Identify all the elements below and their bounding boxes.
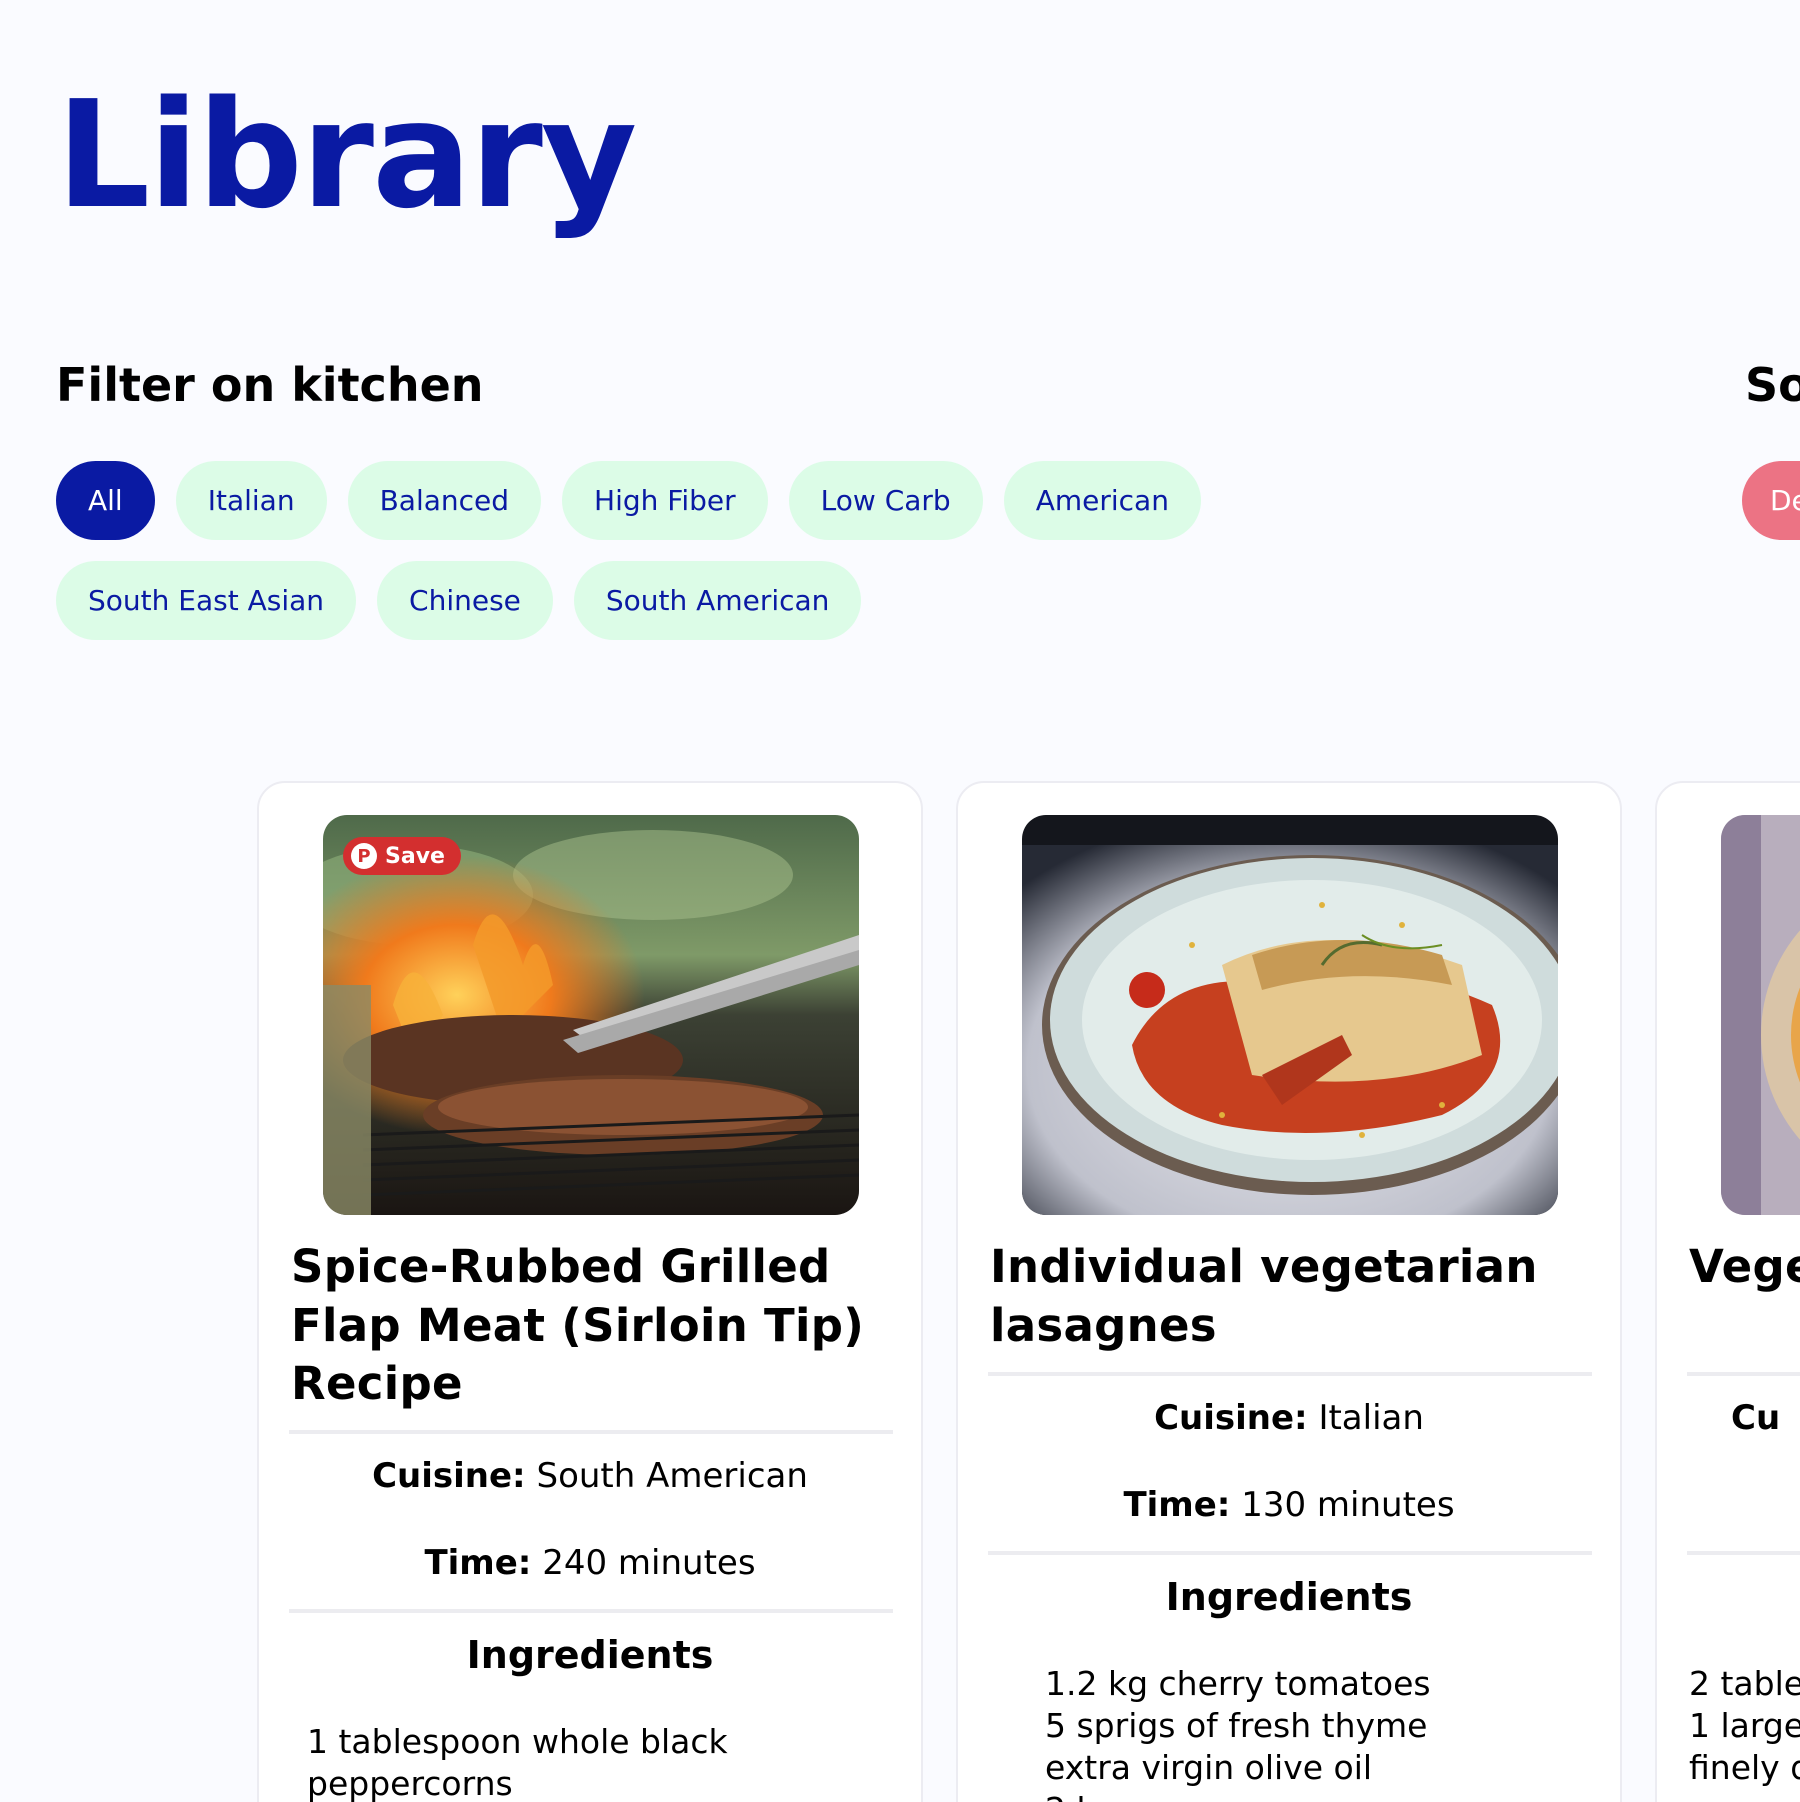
divider: [988, 1372, 1592, 1376]
ingredient-item: 2 tables: [1689, 1664, 1800, 1703]
filter-chip-high-fiber[interactable]: High Fiber: [562, 461, 768, 540]
filter-chip-american[interactable]: American: [1003, 461, 1201, 540]
time-line: Time: 130 minutes: [958, 1485, 1620, 1525]
pie-photo: [1721, 815, 1800, 1215]
time-line: Time: 240 minutes: [259, 1543, 921, 1583]
filter-chip-balanced[interactable]: Balanced: [347, 461, 542, 540]
time-label: Time:: [1123, 1485, 1231, 1525]
filter-chip-all[interactable]: All: [56, 461, 155, 540]
divider: [1687, 1372, 1800, 1376]
cuisine-label: Cuisine:: [1154, 1398, 1308, 1438]
divider: [1687, 1551, 1800, 1555]
filter-heading: Filter on kitchen: [56, 358, 484, 412]
time-value: 130 minutes: [1241, 1485, 1455, 1525]
recipe-title: Individual vegetarian lasagnes: [990, 1240, 1538, 1352]
ingredient-item: 1.2 kg cherry tomatoes: [1045, 1664, 1431, 1703]
kitchen-filter-chips: All Italian Balanced High Fiber Low Carb…: [56, 461, 1436, 640]
filter-chip-low-carb[interactable]: Low Carb: [788, 461, 983, 540]
library-page: Library Filter on kitchen All Italian Ba…: [0, 0, 1800, 1802]
filter-chip-italian[interactable]: Italian: [175, 461, 327, 540]
cuisine-line: Cuisine: South American: [259, 1456, 921, 1496]
cuisine-line: Cuisine: Italian: [958, 1398, 1620, 1438]
recipe-title: Vege Pie: [1689, 1240, 1800, 1293]
cuisine-value: South American: [536, 1456, 808, 1496]
ingredients-heading: Ingredients: [1165, 1575, 1413, 1619]
filter-chip-chinese[interactable]: Chinese: [377, 561, 553, 640]
pinterest-icon: P: [351, 843, 377, 869]
time-value: 240 minutes: [542, 1543, 756, 1583]
divider: [988, 1551, 1592, 1555]
ingredients-list: 1 tablespoon whole black peppercorns toa…: [307, 1721, 921, 1802]
grilled-steak-photo: P Save: [323, 815, 859, 1215]
ingredient-item: 2 b: [1045, 1789, 1431, 1802]
divider: [289, 1609, 893, 1613]
ingredient-item: 5 sprigs of fresh thyme: [1045, 1706, 1428, 1745]
filter-chip-south-american[interactable]: South American: [573, 561, 862, 640]
cuisine-value: Italian: [1318, 1398, 1424, 1438]
ingredient-item: 1 large: [1689, 1706, 1800, 1745]
ingredients-heading: Ingredients: [466, 1633, 714, 1677]
lasagne-plate-photo: [1022, 815, 1558, 1215]
save-label: Save: [385, 843, 445, 869]
recipe-title: Spice-Rubbed Grilled Flap Meat (Sirloin …: [291, 1240, 865, 1410]
ingredient-item: 1 tablespoon whole black peppercorns: [307, 1722, 728, 1802]
time-label: Time:: [424, 1543, 532, 1583]
page-title: Library: [56, 69, 637, 241]
sort-chip[interactable]: De: [1742, 461, 1800, 540]
recipe-card[interactable]: Vege Pie Cu 2 tables 1 large finely di: [1655, 781, 1800, 1802]
recipe-card[interactable]: P Save Spice-Rubbed Grilled Flap Meat (S…: [257, 781, 923, 1802]
cuisine-label: Cu: [1731, 1398, 1781, 1438]
pinterest-save-button[interactable]: P Save: [343, 837, 461, 875]
ingredient-item: extra virgin olive oil: [1045, 1748, 1373, 1787]
ingredients-list: 2 tables 1 large finely di: [1689, 1663, 1800, 1789]
divider: [289, 1430, 893, 1434]
filter-chip-south-east-asian[interactable]: South East Asian: [56, 561, 357, 640]
recipe-card[interactable]: Individual vegetarian lasagnes Cuisine: …: [956, 781, 1622, 1802]
sort-heading: So: [1745, 358, 1800, 412]
ingredients-list: 1.2 kg cherry tomatoes 5 sprigs of fresh…: [1045, 1663, 1431, 1802]
ingredient-item: finely di: [1689, 1748, 1800, 1787]
cuisine-line: Cu: [1731, 1398, 1780, 1438]
cuisine-label: Cuisine:: [372, 1456, 526, 1496]
